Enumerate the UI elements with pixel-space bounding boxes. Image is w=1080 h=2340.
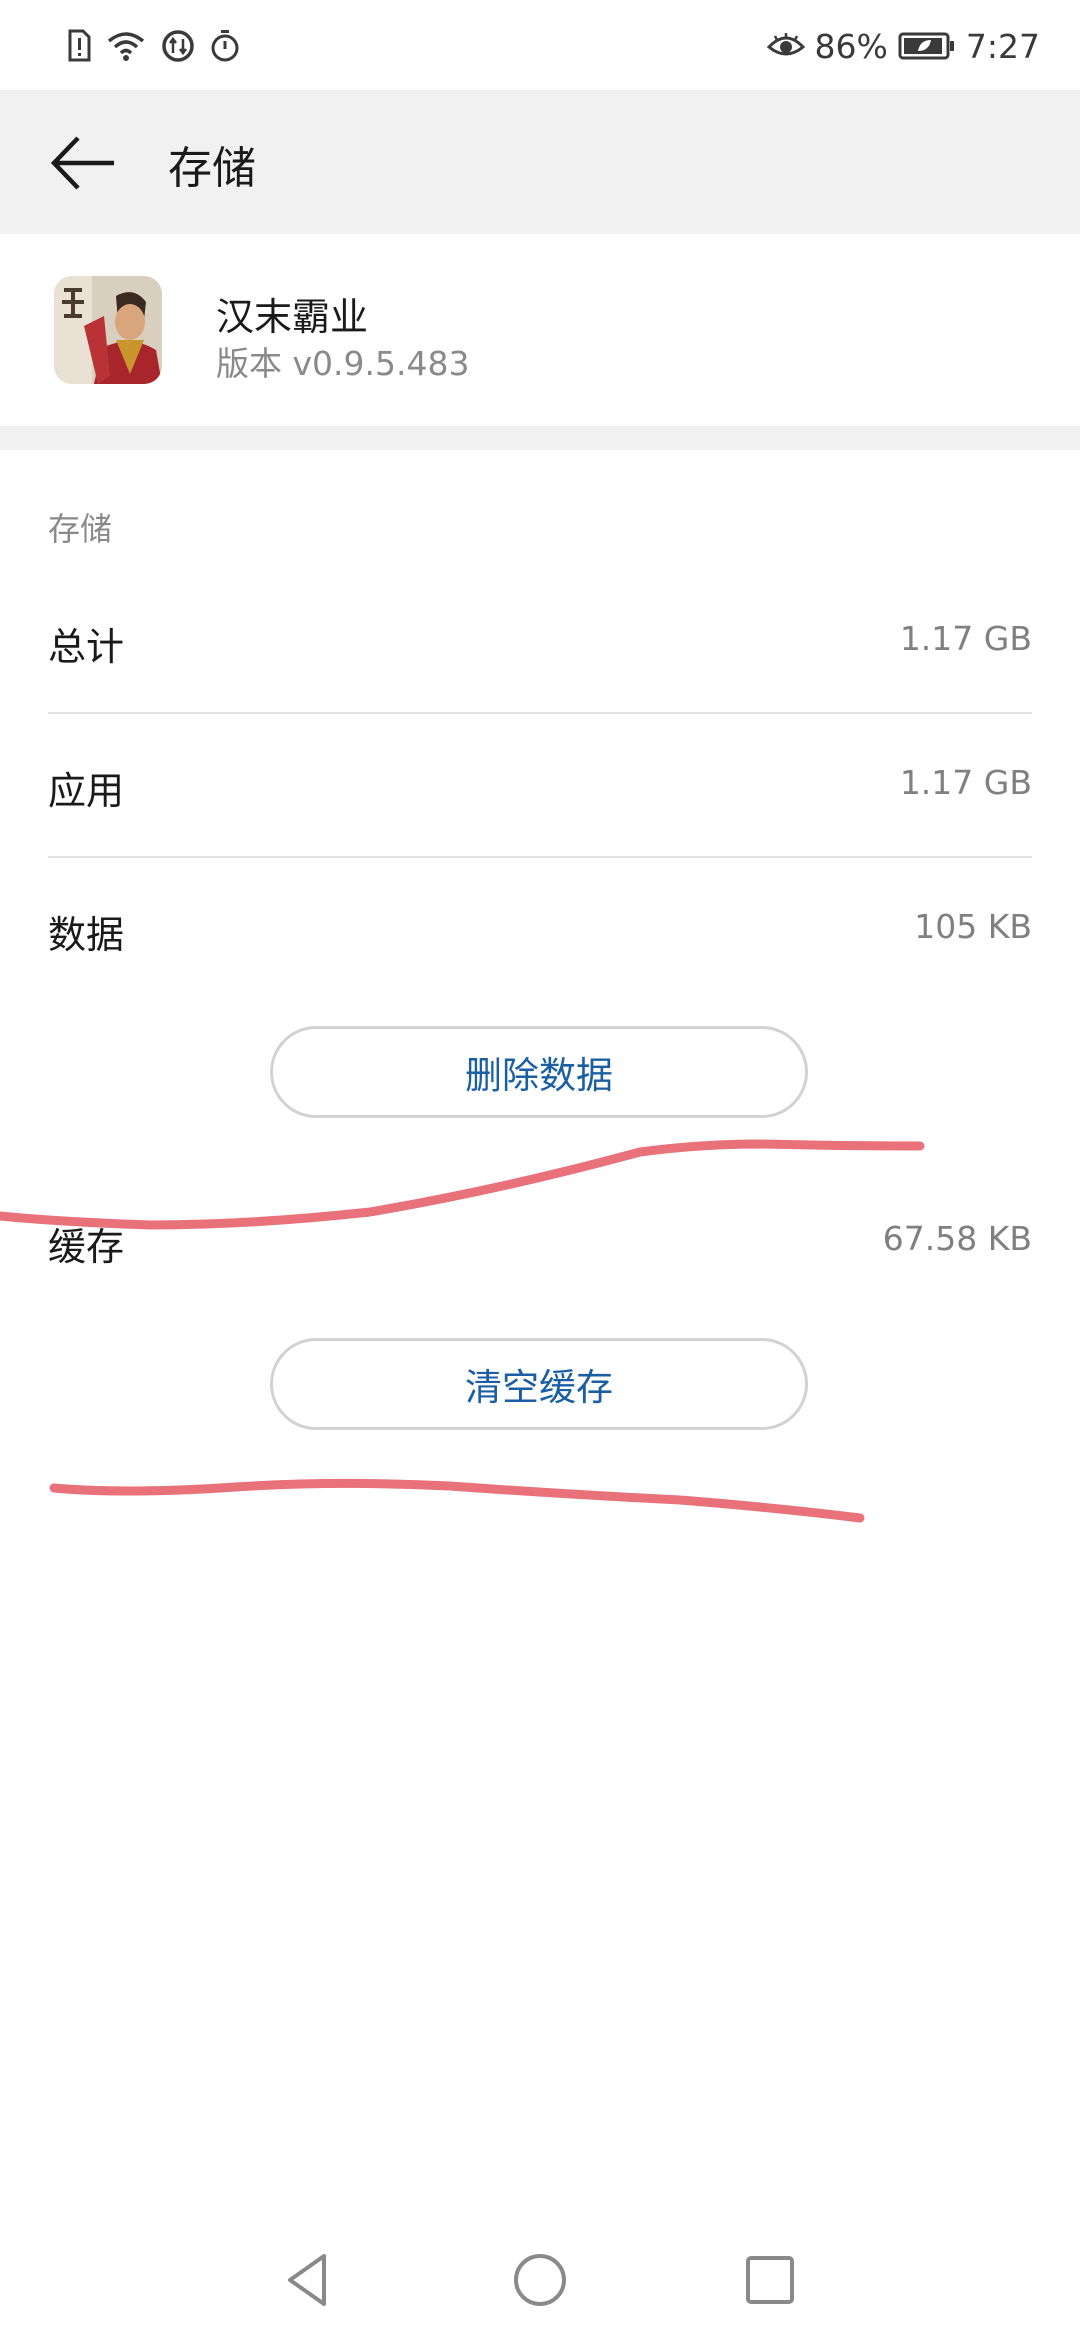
eye-comfort-icon xyxy=(766,33,805,56)
divider xyxy=(48,856,1032,858)
nav-home-button[interactable] xyxy=(510,2250,570,2310)
app-version: 版本 v0.9.5.483 xyxy=(216,344,470,383)
divider xyxy=(48,712,1032,714)
row-value: 105 KB xyxy=(914,907,1032,946)
app-name: 汉末霸业 xyxy=(216,295,369,339)
battery-icon xyxy=(898,32,954,60)
app-game-icon xyxy=(54,276,162,384)
status-right: 86% 7:27 xyxy=(766,22,1040,70)
battery-percent: 86% xyxy=(814,26,888,66)
storage-row-app: 应用 1.17 GB xyxy=(48,760,1032,820)
arrow-left-icon xyxy=(50,136,114,190)
nav-recents-button[interactable] xyxy=(740,2250,800,2310)
data-saver-icon xyxy=(162,30,194,62)
clear-cache-button[interactable]: 清空缓存 xyxy=(270,1338,808,1430)
clock: 7:27 xyxy=(965,26,1040,66)
stopwatch-icon xyxy=(211,30,239,62)
row-value: 1.17 GB xyxy=(899,763,1032,802)
sim-alert-icon xyxy=(68,29,91,62)
storage-row-data: 数据 105 KB xyxy=(48,904,1032,964)
back-button[interactable] xyxy=(46,126,120,200)
navigation-bar xyxy=(0,2220,1080,2340)
storage-row-cache: 缓存 67.58 KB xyxy=(48,1216,1032,1276)
row-label: 应用 xyxy=(48,769,125,813)
page-title: 存储 xyxy=(168,143,256,194)
nav-back-button[interactable] xyxy=(280,2250,340,2310)
status-bar: 86% 7:27 xyxy=(0,0,1080,90)
storage-row-total: 总计 1.17 GB xyxy=(48,616,1032,676)
status-left-icons xyxy=(66,24,240,68)
delete-data-button[interactable]: 删除数据 xyxy=(270,1026,808,1118)
recents-square-icon xyxy=(746,2256,794,2304)
row-label: 缓存 xyxy=(48,1225,125,1269)
row-value: 67.58 KB xyxy=(882,1219,1032,1258)
section-label: 存储 xyxy=(48,510,113,548)
app-header: 汉末霸业 版本 v0.9.5.483 xyxy=(0,234,1080,426)
back-triangle-icon xyxy=(288,2254,326,2306)
section-divider xyxy=(0,426,1080,450)
home-circle-icon xyxy=(514,2254,566,2306)
title-bar: 存储 xyxy=(0,90,1080,234)
annotation-stroke-lower xyxy=(49,1478,865,1523)
wifi-icon xyxy=(107,32,145,61)
row-value: 1.17 GB xyxy=(899,619,1032,658)
annotation-stroke-upper xyxy=(0,1139,925,1230)
row-label: 总计 xyxy=(48,625,125,669)
row-label: 数据 xyxy=(48,913,125,957)
